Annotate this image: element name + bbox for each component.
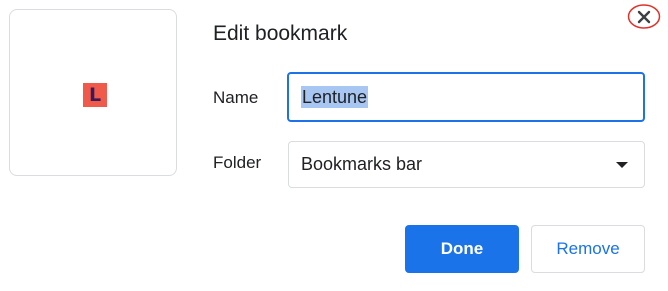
edit-bookmark-dialog: L Edit bookmark Name Lentune Folder Book…: [0, 0, 668, 291]
close-button[interactable]: [627, 3, 661, 30]
favicon-letter: L: [88, 83, 102, 106]
folder-select[interactable]: Bookmarks bar: [288, 141, 645, 188]
name-input-value: Lentune: [301, 86, 369, 108]
bookmark-preview-tile: L: [9, 9, 177, 176]
close-icon: [637, 10, 651, 23]
dialog-title: Edit bookmark: [213, 22, 348, 45]
remove-button[interactable]: Remove: [531, 225, 645, 273]
folder-select-value: Bookmarks bar: [301, 154, 423, 174]
folder-label: Folder: [213, 153, 262, 172]
chevron-down-icon: [616, 161, 628, 168]
name-label: Name: [213, 88, 259, 107]
site-favicon-icon: L: [83, 83, 107, 107]
name-input[interactable]: Lentune: [287, 72, 645, 122]
done-button[interactable]: Done: [405, 225, 519, 273]
